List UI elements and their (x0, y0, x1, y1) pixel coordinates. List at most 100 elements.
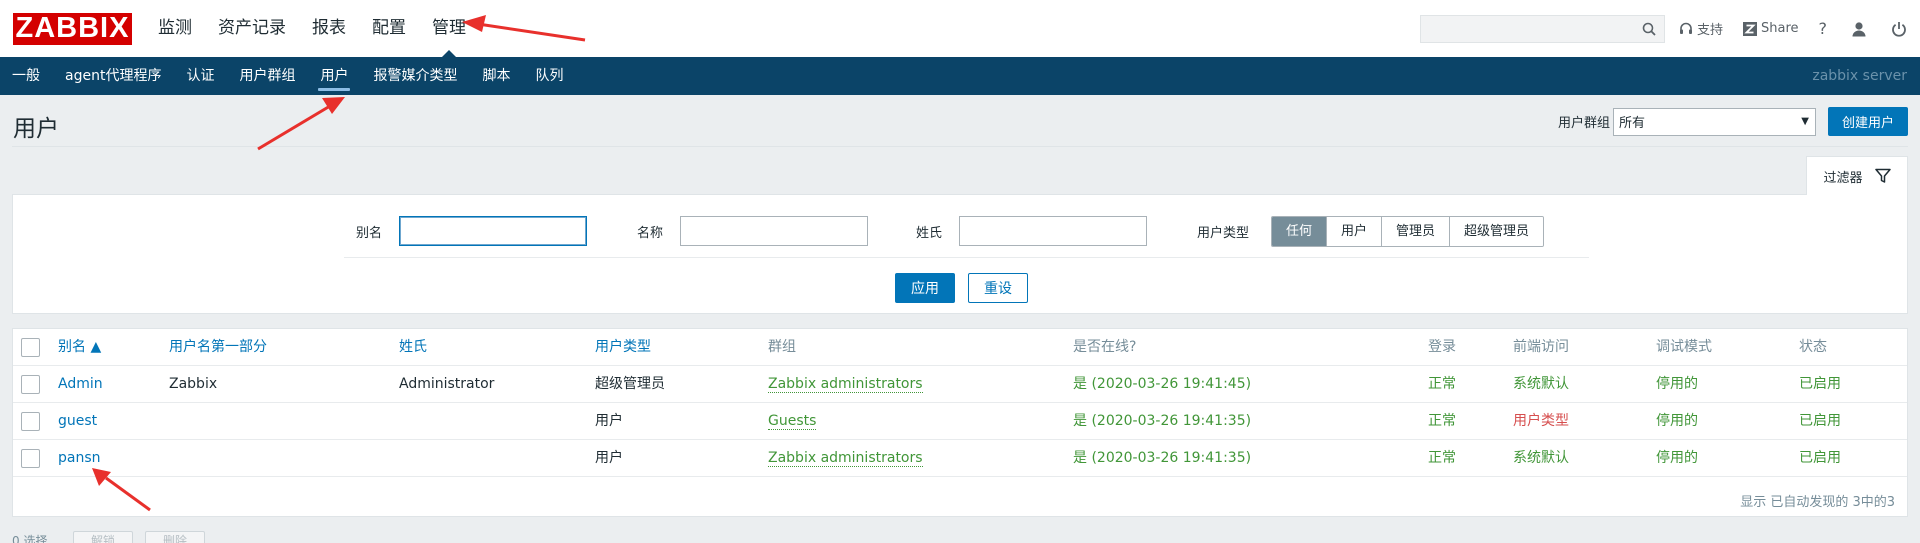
user-group-link[interactable]: Guests (768, 413, 817, 430)
server-name: zabbix server (1812, 68, 1907, 84)
user-type: 超级管理员 (595, 376, 665, 392)
sub-nav-general[interactable]: 一般 (12, 57, 40, 95)
header-login: 登录 (1428, 339, 1456, 355)
logout-power-icon[interactable] (1891, 21, 1907, 37)
user-group-select[interactable]: 所有 ▼ (1612, 107, 1816, 136)
user-name: Zabbix (169, 376, 218, 392)
user-online: 是 (2020-03-26 19:41:35) (1073, 413, 1252, 429)
sub-nav-users[interactable]: 用户 (318, 57, 351, 95)
title-divider (12, 146, 1908, 147)
user-group-link[interactable]: Zabbix administrators (768, 376, 923, 393)
filter-funnel-icon (1874, 168, 1891, 183)
user-type-segmented: 任何 用户 管理员 超级管理员 (1271, 216, 1545, 247)
user-type-user[interactable]: 用户 (1326, 217, 1382, 246)
header-frontend-access: 前端访问 (1513, 339, 1569, 355)
user-type-any[interactable]: 任何 (1272, 217, 1327, 246)
user-frontend-access: 系统默认 (1513, 376, 1569, 392)
reset-button[interactable]: 重设 (968, 273, 1028, 303)
search-icon[interactable] (1642, 22, 1656, 40)
user-group-cell: Guests (768, 403, 817, 440)
page-title: 用户 (13, 116, 59, 142)
user-group-label: 用户群组 (1557, 116, 1610, 131)
name-input[interactable] (680, 216, 868, 246)
user-status[interactable]: 已启用 (1799, 366, 1841, 403)
selected-count: 0 选择 (12, 534, 48, 543)
zabbix-logo[interactable]: ZABBIX (13, 12, 132, 45)
user-type-super-admin[interactable]: 超级管理员 (1449, 217, 1544, 246)
surname-label: 姓氏 (916, 226, 943, 241)
alias-input[interactable] (399, 216, 587, 246)
unblock-button[interactable]: 解锁 (73, 531, 133, 543)
dropdown-arrow-icon: ▼ (1801, 115, 1809, 127)
user-type: 用户 (595, 413, 623, 429)
mass-actions-bar: 0 选择 解锁 删除 (0, 528, 400, 543)
row-checkbox[interactable] (21, 449, 40, 468)
help-icon[interactable]: ? (1819, 19, 1828, 38)
header-alias[interactable]: 别名 ▲ (58, 329, 101, 366)
support-link[interactable]: 支持 (1679, 19, 1723, 38)
user-online: 是 (2020-03-26 19:41:35) (1073, 450, 1252, 466)
sub-nav-media-types[interactable]: 报警媒介类型 (373, 57, 457, 95)
annotation-arrow-users-tab (257, 97, 345, 151)
row-checkbox[interactable] (21, 375, 40, 394)
user-type-admin[interactable]: 管理员 (1381, 217, 1450, 246)
top-header: ZABBIX 监测 资产记录 报表 配置 管理 支持 Share ? (0, 0, 1920, 57)
user-online: 是 (2020-03-26 19:41:45) (1073, 376, 1252, 392)
user-profile-icon[interactable] (1851, 21, 1867, 37)
support-label: 支持 (1696, 23, 1723, 38)
filter-panel: 别名 名称 姓氏 用户类型 任何 用户 管理员 超级管理员 应用 重设 (12, 194, 1908, 314)
create-user-button[interactable]: 创建用户 (1827, 107, 1908, 136)
name-label: 名称 (637, 226, 664, 241)
users-table: 别名 ▲ 用户名第一部分 姓氏 用户类型 群组 是否在线? 登录 前端访问 调试… (12, 328, 1908, 517)
filter-tab-label: 过滤器 (1823, 170, 1863, 186)
share-z-icon (1742, 21, 1757, 36)
header-debug-mode: 调试模式 (1656, 339, 1712, 355)
user-status[interactable]: 已启用 (1799, 403, 1841, 440)
user-alias-link[interactable]: Admin (58, 366, 103, 403)
sub-nav-user-groups[interactable]: 用户群组 (239, 57, 295, 95)
sub-nav-scripts[interactable]: 脚本 (482, 57, 510, 95)
header-online: 是否在线? (1073, 339, 1137, 355)
main-menu-administration[interactable]: 管理 (432, 0, 466, 57)
headset-icon (1679, 22, 1692, 34)
main-menu-inventory[interactable]: 资产记录 (218, 0, 286, 57)
row-checkbox[interactable] (21, 412, 40, 431)
delete-button[interactable]: 删除 (145, 531, 205, 543)
user-type: 用户 (595, 450, 623, 466)
select-all-checkbox[interactable] (21, 338, 40, 357)
table-footer-count: 显示 已自动发现的 3中的3 (1740, 495, 1895, 510)
surname-input[interactable] (959, 216, 1147, 246)
alias-label: 别名 (356, 226, 383, 241)
user-group-cell: Zabbix administrators (768, 440, 923, 477)
main-menu-monitoring[interactable]: 监测 (158, 0, 192, 57)
sub-nav: 一般 agent代理程序 认证 用户群组 用户 报警媒介类型 脚本 队列 zab… (0, 57, 1920, 95)
main-menu-configuration[interactable]: 配置 (372, 0, 406, 57)
apply-button[interactable]: 应用 (895, 273, 955, 303)
filter-tab[interactable]: 过滤器 (1806, 156, 1908, 195)
user-group-link[interactable]: Zabbix administrators (768, 450, 923, 467)
table-row: pansn 用户 Zabbix administrators 是 (2020-0… (13, 440, 1907, 477)
sub-nav-authentication[interactable]: 认证 (186, 57, 214, 95)
user-alias-link[interactable]: guest (58, 403, 97, 440)
user-login-status: 正常 (1428, 413, 1456, 429)
search-box (1419, 14, 1665, 43)
table-row: guest 用户 Guests 是 (2020-03-26 19:41:35) … (13, 403, 1907, 440)
header-status: 状态 (1799, 339, 1827, 355)
user-type-label: 用户类型 (1197, 226, 1250, 241)
user-alias-link[interactable]: pansn (58, 440, 101, 477)
main-menu-reports[interactable]: 报表 (312, 0, 346, 57)
user-frontend-access: 系统默认 (1513, 450, 1569, 466)
header-name[interactable]: 用户名第一部分 (169, 329, 267, 366)
sub-nav-proxies[interactable]: agent代理程序 (65, 57, 161, 95)
header-groups: 群组 (768, 339, 796, 355)
header-user-type[interactable]: 用户类型 (595, 329, 651, 366)
title-controls: 用户群组 所有 ▼ 创建用户 (1558, 107, 1908, 136)
table-header: 别名 ▲ 用户名第一部分 姓氏 用户类型 群组 是否在线? 登录 前端访问 调试… (13, 329, 1907, 366)
sub-nav-queue[interactable]: 队列 (535, 57, 563, 95)
share-link[interactable]: Share (1742, 21, 1799, 36)
header-surname[interactable]: 姓氏 (399, 329, 427, 366)
user-frontend-access: 用户类型 (1513, 413, 1569, 429)
search-input[interactable] (1420, 15, 1664, 42)
share-label: Share (1760, 21, 1799, 36)
user-status[interactable]: 已启用 (1799, 440, 1841, 477)
